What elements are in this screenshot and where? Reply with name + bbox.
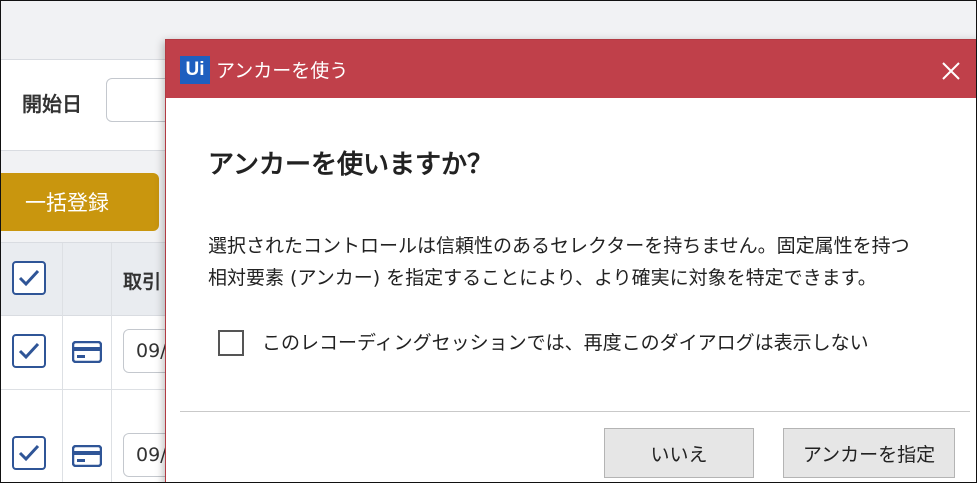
credit-card-icon[interactable] <box>72 445 102 467</box>
dont-show-again-label[interactable]: このレコーディングセッションでは、再度このダイアログは表示しない <box>262 328 869 355</box>
grid-divider <box>1 389 189 390</box>
dialog-titlebar[interactable]: Ui アンカーを使う <box>166 40 976 98</box>
dialog-title: アンカーを使う <box>216 60 349 82</box>
close-icon[interactable] <box>934 54 968 88</box>
row-checkbox[interactable] <box>12 436 46 470</box>
start-date-label: 開始日 <box>22 92 82 116</box>
dont-show-again-checkbox[interactable] <box>218 330 244 356</box>
checkmark-icon <box>18 342 40 360</box>
screen: 開始日 一括登録 取引 09/ 09/ Ui アンカーを使う アンカーを使います… <box>0 0 977 483</box>
specify-anchor-button[interactable]: アンカーを指定 <box>783 428 955 478</box>
bulk-register-button[interactable]: 一括登録 <box>1 173 159 231</box>
grid-divider <box>111 243 112 482</box>
no-button[interactable]: いいえ <box>604 428 754 478</box>
message-line: 選択されたコントロールは信頼性のあるセレクターを持ちません。固定属性を持つ <box>208 235 910 257</box>
footer-divider <box>180 411 970 412</box>
transaction-column-header[interactable]: 取引 <box>123 267 161 294</box>
grid-divider <box>62 243 63 482</box>
transactions-grid: 取引 09/ 09/ <box>1 242 203 482</box>
row-checkbox[interactable] <box>12 334 46 368</box>
checkmark-icon <box>18 444 40 462</box>
checkmark-icon <box>18 269 40 287</box>
message-line: 相対要素 (アンカー) を指定することにより、より確実に対象を特定できます。 <box>208 267 877 289</box>
dialog-heading: アンカーを使いますか？ <box>208 150 493 180</box>
credit-card-icon[interactable] <box>72 341 102 363</box>
select-all-checkbox[interactable] <box>12 261 46 295</box>
dialog-message: 選択されたコントロールは信頼性のあるセレクターを持ちません。固定属性を持つ 相対… <box>208 230 948 294</box>
use-anchor-dialog: Ui アンカーを使う アンカーを使いますか？ 選択されたコントロールは信頼性のあ… <box>165 39 976 482</box>
uipath-logo: Ui <box>180 56 210 84</box>
